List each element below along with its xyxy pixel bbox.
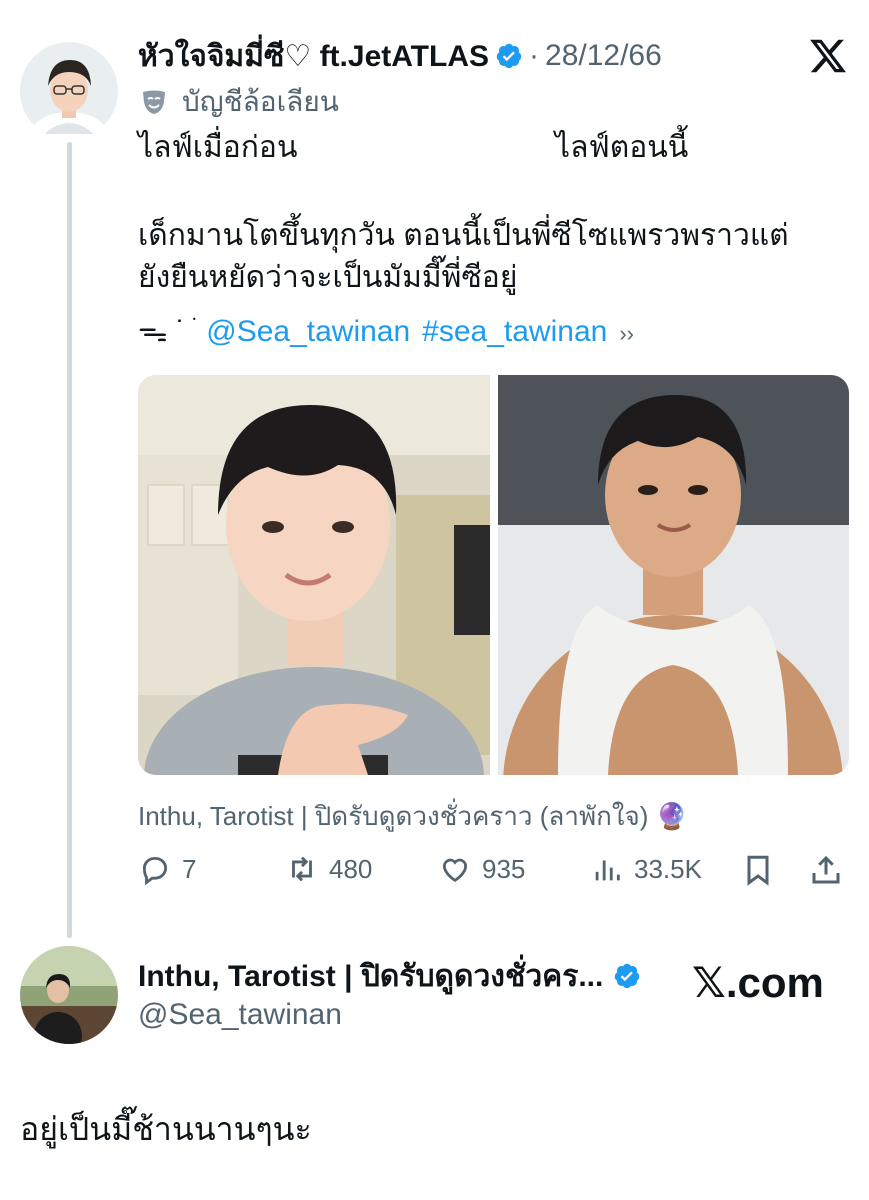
account-label: บัญชีล้อเลียน xyxy=(138,84,339,120)
share-button[interactable] xyxy=(808,852,844,888)
media-image-left[interactable] xyxy=(138,375,490,775)
tweet-line-left: ไลฟ์เมื่อก่อน xyxy=(138,131,298,164)
retweet-icon xyxy=(292,856,312,882)
like-count: 935 xyxy=(482,853,526,884)
mention-link[interactable]: @Sea_tawinan xyxy=(206,312,410,353)
thread-line xyxy=(67,142,72,938)
reply-icon xyxy=(142,856,168,886)
retweet-count: 480 xyxy=(329,853,373,884)
tweet-body-line-1: เด็กมานโตขึ้นทุกวัน ตอนนี้เป็นพี่ซีโซแพร… xyxy=(138,219,789,252)
bar-chart-icon xyxy=(595,860,620,881)
decorative-glyphs: ᯓ ˙ ֹ xyxy=(138,315,195,348)
reply-text: อยู่เป็นมี๊ช้านนานๆนะ xyxy=(20,1111,312,1147)
verified-badge-icon xyxy=(615,963,640,989)
verified-badge-icon xyxy=(496,43,522,69)
tweet-body-line-2: ยังยืนหยัดว่าจะเป็นมัมมี๊พี่ซีอยู่ xyxy=(138,261,518,294)
reply-avatar[interactable] xyxy=(20,946,118,1044)
separator: · xyxy=(529,39,540,72)
account-label-text: บัญชีล้อเลียน xyxy=(182,86,339,117)
views-button[interactable]: 33.5K xyxy=(590,852,702,886)
retweet-button[interactable]: 480 xyxy=(285,852,372,886)
reply-button[interactable]: 7 xyxy=(138,852,196,886)
quote-source[interactable]: Inthu, Tarotist | ปิดรับดูดวงชั่วคราว (ล… xyxy=(138,796,688,837)
bookmark-icon xyxy=(747,855,769,886)
bookmark-button[interactable] xyxy=(740,852,776,888)
mask-icon xyxy=(143,90,165,114)
reply-count: 7 xyxy=(182,853,197,884)
trail-glyph: ›› xyxy=(619,321,634,346)
tweet-header: หัวใจจิมมี่ซี♡ ft.JetATLAS · 28/12/66 xyxy=(138,36,662,76)
avatar[interactable] xyxy=(20,42,118,140)
heart-icon xyxy=(442,858,468,882)
hashtag-link[interactable]: #sea_tawinan xyxy=(422,312,607,353)
reply-header: Inthu, Tarotist | ปิดรับดูดวงชั่วคร... xyxy=(138,956,641,996)
media-divider xyxy=(490,375,498,775)
media-image-right[interactable] xyxy=(498,375,849,775)
tweet-line-right: ไลฟ์ตอนนี้ xyxy=(555,131,689,164)
tweet-date[interactable]: 28/12/66 xyxy=(545,39,662,73)
views-count: 33.5K xyxy=(634,853,702,884)
tweet-tags: ᯓ ˙ ֹ @Sea_tawinan #sea_tawinan ›› xyxy=(138,312,634,353)
x-logo-icon[interactable] xyxy=(808,36,848,76)
share-icon xyxy=(812,855,840,884)
display-name[interactable]: หัวใจจิมมี่ซี♡ ft.JetATLAS xyxy=(138,33,489,80)
x-com-brand[interactable]: 𝕏.com xyxy=(692,958,824,1007)
reply-display-name[interactable]: Inthu, Tarotist | ปิดรับดูดวงชั่วคร... xyxy=(138,953,603,1000)
like-button[interactable]: 935 xyxy=(438,852,525,886)
reply-handle[interactable]: @Sea_tawinan xyxy=(138,998,342,1032)
